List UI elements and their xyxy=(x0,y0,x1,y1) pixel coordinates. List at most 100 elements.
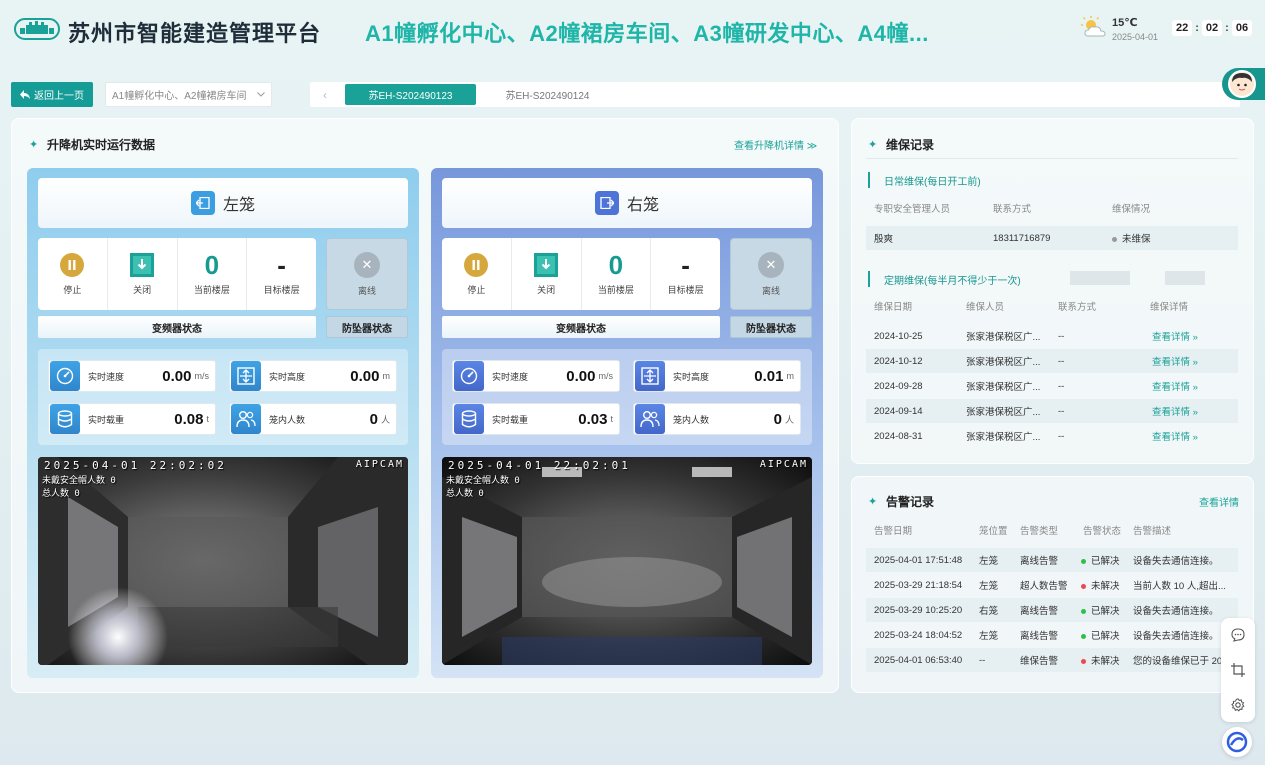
project-banner: A1幢孵化中心、A2幢裙房车间、A3幢研发中心、A4幢... xyxy=(365,21,929,46)
alarm-header-row: 告警日期 笼位置 告警类型 告警状态 告警描述 xyxy=(874,526,1172,537)
view-detail-link[interactable]: 查看详情 » xyxy=(1152,429,1198,443)
partly-cloudy-icon xyxy=(1081,16,1106,37)
status-dot xyxy=(1081,633,1086,639)
pause-icon xyxy=(60,252,85,277)
table-row: 2025-04-01 06:53:40 -- 维保告警 未解决 您的设备维保已于… xyxy=(866,648,1238,672)
speedometer-icon xyxy=(50,361,80,391)
cage-right-name: 右笼 xyxy=(626,197,659,214)
alarm-status: 已解决 xyxy=(1081,603,1120,617)
maintenance-title: ✦ 维保记录 xyxy=(868,138,935,152)
back-button-label: 返回上一页 xyxy=(34,91,84,102)
clock-separator: : xyxy=(1225,22,1229,34)
elevator-detail-link[interactable]: 查看升降机详情 ≫ xyxy=(734,137,817,152)
side-toolbar xyxy=(1221,618,1255,722)
chat-icon[interactable] xyxy=(1231,628,1245,643)
table-row: 2025-03-24 18:04:52 左笼 离线告警 已解决 设备失去通信连接… xyxy=(874,629,1219,643)
cage-right-header: 右笼 xyxy=(442,178,812,228)
cage-right-metrics: 实时速度 0.00 m/s 实时高度 0.01 m 实时载重 0.03 t 笼内… xyxy=(442,349,812,445)
cage-left-camera[interactable]: 2025-04-01 22:02:02 AIPCAM 未戴安全帽人数 0 总人数… xyxy=(38,457,408,665)
database-icon xyxy=(50,404,80,434)
table-row: 2024-10-12 张家港保税区广... -- 查看详情 » xyxy=(866,349,1238,373)
alarm-status: 未解决 xyxy=(1081,578,1120,592)
temperature: 15℃ xyxy=(1112,17,1138,29)
title-mark-icon: ✦ xyxy=(868,495,878,508)
platform-title: 苏州市智能建造管理平台 xyxy=(68,21,322,46)
blurred-region xyxy=(1165,271,1205,285)
table-row: 2025-03-29 21:18:54 左笼 超人数告警 未解决 当前人数 10… xyxy=(874,578,1226,593)
inverter-status[interactable]: 变频器状态 xyxy=(38,316,316,338)
table-row: 2025-03-29 10:25:20 右笼 离线告警 已解决 设备失去通信连接… xyxy=(866,598,1238,622)
door-closed-icon xyxy=(130,252,155,277)
chevron-down-icon xyxy=(257,92,265,97)
tab-prev-button[interactable]: ‹ xyxy=(310,88,340,102)
device-tabs: ‹ 苏EH-S202490123 苏EH-S202490124 xyxy=(310,82,1240,107)
blurred-region xyxy=(1070,271,1130,285)
tab-device-2[interactable]: 苏EH-S202490124 xyxy=(482,84,613,105)
fall-protector-status[interactable]: 防坠器状态 xyxy=(326,316,408,338)
crop-icon[interactable] xyxy=(1231,662,1245,677)
table-row: 2024-09-28 张家港保税区广... -- 查看详情 » xyxy=(874,379,1198,394)
logo-icon xyxy=(14,18,60,40)
clock-hour: 22 xyxy=(1172,20,1193,36)
alarm-status: 未解决 xyxy=(1081,653,1120,667)
camera-feed-image xyxy=(442,457,812,665)
cage-left-offline: ✕ 离线 xyxy=(326,238,408,310)
metric-height: 实时高度 0.00 m xyxy=(229,360,397,392)
metric-height: 实时高度 0.01 m xyxy=(633,360,801,392)
cage-left-name: 左笼 xyxy=(222,197,255,214)
daily-row: 殷爽 18311716879 未维保 xyxy=(866,226,1238,250)
metric-load: 实时载重 0.03 t xyxy=(452,403,620,435)
inverter-status[interactable]: 变频器状态 xyxy=(442,316,720,338)
metric-speed: 实时速度 0.00 m/s xyxy=(48,360,216,392)
camera-overlay-line1: 未戴安全帽人数 0 xyxy=(446,476,520,486)
cage-right: 右笼 停止 关闭 0 当前楼层 - 目标楼层 ✕ 离线 变频器状态 防坠器状态 … xyxy=(431,168,823,678)
tab-device-1[interactable]: 苏EH-S202490123 xyxy=(345,84,476,105)
cage-exit-left-icon xyxy=(190,191,215,215)
view-detail-link[interactable]: 查看详情 » xyxy=(1152,404,1198,418)
clock: 22 : 02 : 06 xyxy=(1172,20,1253,36)
alarm-status: 已解决 xyxy=(1081,553,1120,567)
cage-left-header: 左笼 xyxy=(38,178,408,228)
assistant-button[interactable] xyxy=(1222,727,1252,757)
back-button[interactable]: 返回上一页 xyxy=(11,82,93,107)
door-closed-icon xyxy=(534,252,559,277)
height-icon xyxy=(231,361,261,391)
alarm-detail-link[interactable]: 查看详情 xyxy=(1199,494,1239,509)
alarm-title: ✦ 告警记录 xyxy=(868,495,935,509)
offline-x-icon: ✕ xyxy=(758,251,784,278)
cage-left-metrics: 实时速度 0.00 m/s 实时高度 0.00 m 实时载重 0.08 t 笼内… xyxy=(38,349,408,445)
pause-icon xyxy=(464,252,489,277)
fall-protector-status[interactable]: 防坠器状态 xyxy=(730,316,812,338)
status-run: 停止 xyxy=(442,238,512,310)
status-dot xyxy=(1081,583,1086,589)
database-icon xyxy=(454,404,484,434)
status-door: 关闭 xyxy=(512,238,582,310)
status-dot xyxy=(1081,558,1086,564)
view-detail-link[interactable]: 查看详情 » xyxy=(1152,329,1198,343)
current-date: 2025-04-01 xyxy=(1112,32,1159,42)
table-row: 2025-04-01 17:51:48 左笼 离线告警 已解决 设备失去通信连接… xyxy=(866,548,1238,572)
settings-icon[interactable] xyxy=(1231,697,1245,712)
cage-right-camera[interactable]: 2025-04-01 22:02:01 AIPCAM 未戴安全帽人数 0 总人数… xyxy=(442,457,812,665)
status-target-floor: - 目标楼层 xyxy=(263,249,300,295)
view-detail-link[interactable]: 查看详情 » xyxy=(1152,379,1198,393)
view-detail-link[interactable]: 查看详情 » xyxy=(1152,354,1198,368)
header: 苏州市智能建造管理平台 A1幢孵化中心、A2幢裙房车间、A3幢研发中心、A4幢.… xyxy=(0,0,1265,62)
avatar[interactable] xyxy=(1222,68,1265,100)
status-dot xyxy=(1081,608,1086,614)
height-icon xyxy=(635,361,665,391)
people-icon xyxy=(231,404,261,434)
project-select[interactable]: A1幢孵化中心、A2幢裙房车间 xyxy=(105,82,272,107)
divider xyxy=(866,158,1238,159)
camera-feed-image xyxy=(38,457,408,665)
back-arrow-icon xyxy=(20,90,30,99)
offline-x-icon: ✕ xyxy=(354,251,380,278)
clock-second: 06 xyxy=(1231,20,1253,36)
avatar-face-icon xyxy=(1228,70,1256,98)
camera-timestamp: 2025-04-01 22:02:01 xyxy=(448,459,631,472)
assistant-logo-icon xyxy=(1226,731,1248,753)
camera-brand: AIPCAM xyxy=(759,459,808,470)
table-row: 2024-10-25 张家港保税区广... -- 查看详情 » xyxy=(874,329,1198,344)
people-icon xyxy=(635,404,665,434)
metric-occupants: 笼内人数 0 人 xyxy=(229,403,397,435)
